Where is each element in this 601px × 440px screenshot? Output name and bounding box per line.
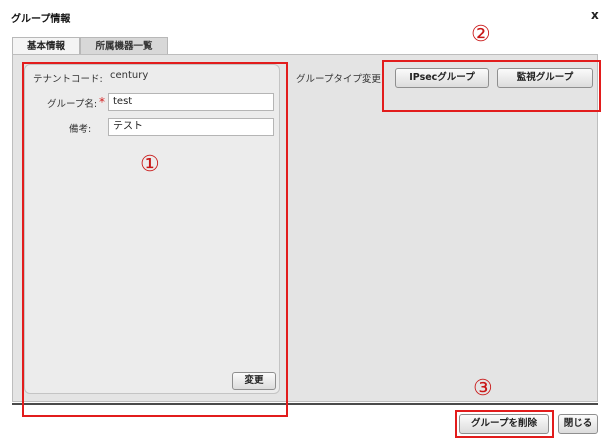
monitor-group-button[interactable]: 監視グループ — [497, 68, 593, 88]
annotation-number-1: ① — [140, 152, 160, 177]
tenant-code-label: テナントコード: — [33, 74, 103, 85]
annotation-number-3: ③ — [473, 376, 493, 401]
tenant-code-value: century — [110, 70, 149, 81]
delete-group-button[interactable]: グループを削除 — [459, 414, 549, 434]
dialog-title: グループ情報 — [11, 14, 71, 25]
note-input[interactable]: テスト — [108, 118, 274, 136]
group-name-input[interactable]: test — [108, 93, 274, 111]
close-icon[interactable]: x — [591, 8, 599, 22]
group-name-label: グループ名: — [47, 99, 98, 110]
basic-info-panel — [24, 64, 280, 394]
ipsec-group-button[interactable]: IPsecグループ — [395, 68, 489, 88]
footer-divider — [12, 403, 598, 405]
tab-device-list[interactable]: 所属機器一覧 — [80, 37, 168, 55]
group-type-label: グループタイプ変更: — [296, 74, 385, 85]
dialog-titlebar — [0, 0, 601, 30]
close-button[interactable]: 閉じる — [558, 414, 598, 434]
required-marker: * — [99, 95, 105, 109]
annotation-number-2: ② — [471, 22, 491, 47]
tab-basic-info[interactable]: 基本情報 — [12, 37, 80, 55]
change-button[interactable]: 変更 — [232, 372, 276, 390]
note-label: 備考: — [69, 124, 92, 135]
